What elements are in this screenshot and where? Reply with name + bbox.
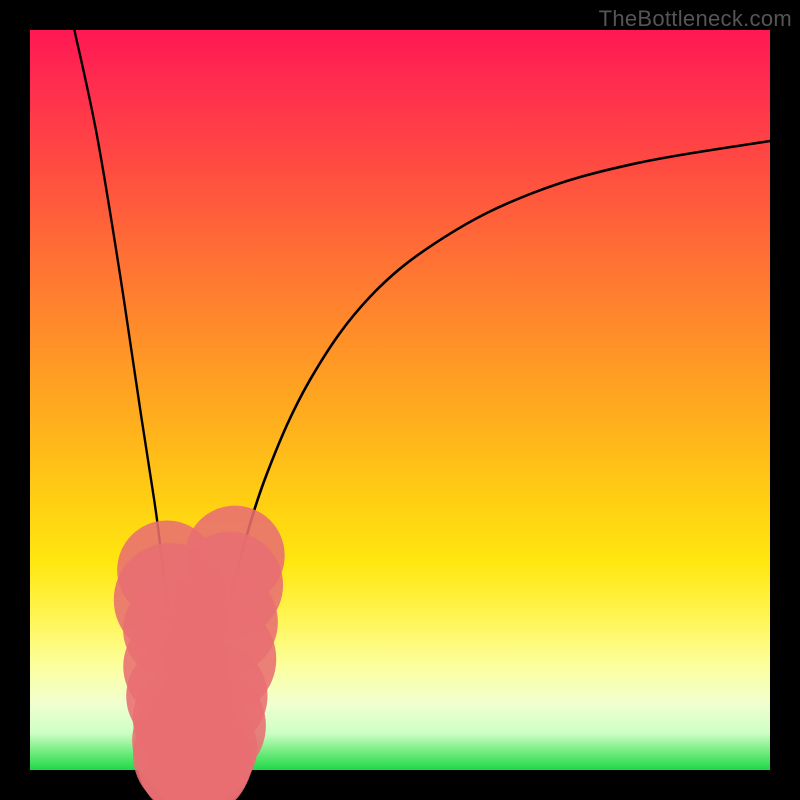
plot-area	[30, 30, 770, 770]
chart-frame: TheBottleneck.com	[0, 0, 800, 800]
watermark-text: TheBottleneck.com	[599, 6, 792, 32]
curves-svg	[30, 30, 770, 770]
scatter-dot	[185, 506, 284, 605]
right-curve	[193, 141, 770, 763]
scatter-dots	[114, 506, 285, 800]
